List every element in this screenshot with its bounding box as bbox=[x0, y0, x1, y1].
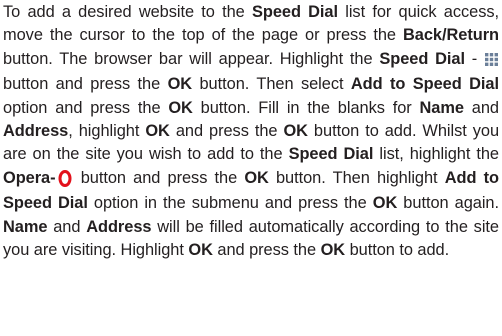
text-run: button again. bbox=[397, 194, 500, 213]
text-run: option and press the bbox=[3, 98, 169, 117]
text-run: , highlight bbox=[68, 122, 146, 141]
text-run: button and press the bbox=[3, 75, 168, 94]
term-speed-dial: Speed Dial bbox=[288, 145, 374, 164]
text-run: - bbox=[464, 49, 484, 68]
text-run: button and press the bbox=[73, 168, 245, 187]
term-ok: OK bbox=[372, 194, 398, 213]
text-run: and bbox=[463, 98, 499, 117]
term-ok: OK bbox=[168, 98, 193, 117]
term-ok: OK bbox=[244, 168, 269, 187]
term-back-return: Back/Return bbox=[402, 26, 499, 45]
term-ok: OK bbox=[188, 241, 213, 260]
term-address: Address bbox=[86, 217, 152, 236]
term-ok: OK bbox=[167, 75, 193, 94]
text-run: button to add. bbox=[345, 241, 450, 260]
term-address: Address bbox=[3, 122, 69, 141]
speed-dial-grid-icon bbox=[484, 50, 499, 73]
term-speed-dial: Speed Dial bbox=[251, 3, 339, 21]
term-opera: Opera- bbox=[3, 168, 56, 187]
speed-dial-instructions-paragraph: To add a desired website to the Speed Di… bbox=[3, 1, 499, 262]
term-name: Name bbox=[3, 217, 48, 236]
text-run: button. Then highlight bbox=[268, 168, 445, 187]
term-ok: OK bbox=[145, 122, 170, 141]
term-ok: OK bbox=[320, 241, 346, 260]
term-speed-dial: Speed Dial bbox=[379, 49, 465, 68]
text-run: and press the bbox=[212, 241, 321, 260]
text-run: button. The browser bar will appear. Hig… bbox=[3, 49, 380, 68]
text-run: button. Then select bbox=[192, 75, 351, 94]
text-run: and press the bbox=[169, 122, 284, 141]
text-run: list, highlight the bbox=[373, 145, 499, 164]
term-ok: OK bbox=[283, 122, 308, 141]
text-run: button. Fill in the blanks for bbox=[192, 98, 420, 117]
text-run: To add a desired website to the bbox=[3, 3, 252, 21]
term-name: Name bbox=[419, 98, 465, 117]
term-add-to-speed-dial: Add to Speed Dial bbox=[350, 75, 499, 94]
opera-o-icon bbox=[56, 169, 74, 192]
text-run: option in the submenu and press the bbox=[87, 194, 373, 213]
text-run: and bbox=[47, 217, 87, 236]
manual-page: To add a desired website to the Speed Di… bbox=[0, 0, 502, 336]
